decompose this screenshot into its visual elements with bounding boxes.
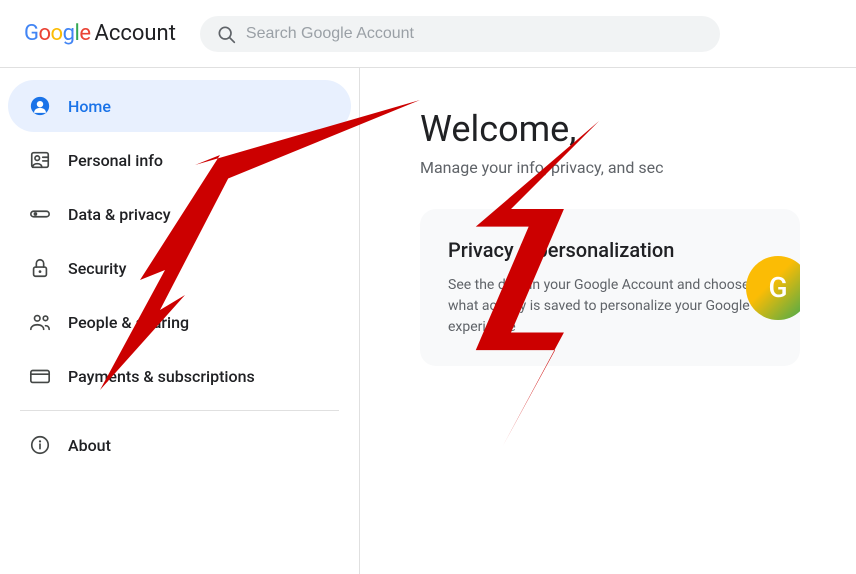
card-title: Privacy & personalization: [448, 237, 772, 263]
sidebar-divider: [20, 410, 339, 411]
red-arrow: [360, 68, 410, 348]
subtitle-text: Manage your info, privacy, and sec: [420, 158, 816, 177]
sidebar-item-payments[interactable]: Payments & subscriptions: [8, 350, 351, 402]
app-container: Google Account: [0, 0, 856, 574]
sidebar-item-personal-info-label: Personal info: [68, 151, 163, 170]
home-icon: [28, 94, 52, 118]
layout: Home Personal info: [0, 68, 856, 574]
logo: Google Account: [24, 21, 176, 46]
sidebar-item-home-label: Home: [68, 97, 111, 116]
payments-icon: [28, 364, 52, 388]
sidebar-item-home[interactable]: Home: [8, 80, 351, 132]
sidebar-item-security-label: Security: [68, 259, 126, 278]
logo-account-text: Account: [94, 21, 175, 46]
privacy-card[interactable]: Privacy & personalization See the data i…: [420, 209, 800, 366]
logo-google-text: Google: [24, 21, 90, 46]
main-content: Welcome, Manage your info, privacy, and …: [360, 68, 856, 574]
data-privacy-icon: [28, 202, 52, 226]
sidebar-item-personal-info[interactable]: Personal info: [8, 134, 351, 186]
sidebar-item-data-privacy[interactable]: Data & privacy: [8, 188, 351, 240]
search-icon: [216, 24, 236, 44]
sidebar-item-about-label: About: [68, 436, 111, 455]
sidebar-item-people-sharing-label: People & sharing: [68, 313, 189, 332]
search-input[interactable]: [246, 25, 704, 43]
card-text: See the data in your Google Account and …: [448, 275, 772, 338]
search-bar[interactable]: [200, 16, 720, 52]
header: Google Account: [0, 0, 856, 68]
people-sharing-icon: [28, 310, 52, 334]
sidebar-item-payments-label: Payments & subscriptions: [68, 367, 255, 386]
sidebar-item-data-privacy-label: Data & privacy: [68, 205, 171, 224]
red-arrow-graphic: [360, 68, 410, 348]
welcome-heading: Welcome,: [420, 108, 816, 150]
sidebar-item-people-sharing[interactable]: People & sharing: [8, 296, 351, 348]
sidebar-item-security[interactable]: Security: [8, 242, 351, 294]
security-icon: [28, 256, 52, 280]
sidebar-item-about[interactable]: About: [8, 419, 351, 471]
personal-info-icon: [28, 148, 52, 172]
sidebar: Home Personal info: [0, 68, 360, 574]
about-icon: [28, 433, 52, 457]
